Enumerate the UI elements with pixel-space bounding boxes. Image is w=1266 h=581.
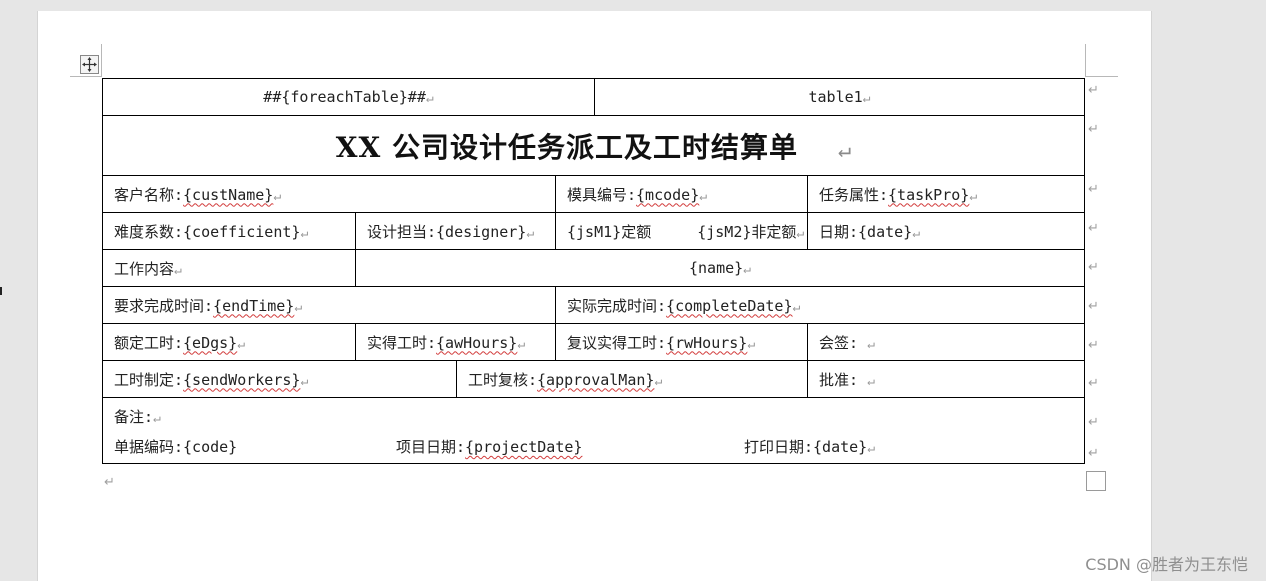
work-order-table: ##{foreachTable}##↵ table1↵ XX 公司设计任务派工及… xyxy=(102,78,1085,464)
left-margin-guide xyxy=(101,44,102,77)
left-margin-guide xyxy=(70,76,101,77)
approval-cell[interactable]: 批准: ↵ xyxy=(807,360,1085,398)
document-title: XX 公司设计任务派工及工时结算单 xyxy=(335,130,798,164)
end-of-row-mark: ↵ xyxy=(1088,299,1099,314)
task-attribute-cell[interactable]: 任务属性:{taskPro}↵ xyxy=(807,175,1085,213)
required-end-time-cell[interactable]: 要求完成时间:{endTime}↵ xyxy=(102,286,556,324)
table-row: 工作内容↵ {name}↵ xyxy=(102,249,1085,287)
table-move-handle[interactable] xyxy=(80,55,99,74)
hours-maker-cell[interactable]: 工时制定:{sendWorkers}↵ xyxy=(102,360,457,398)
mold-code-cell[interactable]: 模具编号:{mcode}↵ xyxy=(555,175,808,213)
end-of-row-mark: ↵ xyxy=(1088,83,1099,98)
designer-cell[interactable]: 设计担当:{designer}↵ xyxy=(355,212,556,250)
actual-hours-cell[interactable]: 实得工时:{awHours}↵ xyxy=(355,323,556,361)
end-of-row-mark: ↵ xyxy=(1088,182,1099,197)
work-content-value-cell[interactable]: {name}↵ xyxy=(355,249,1085,287)
table-row: 要求完成时间:{endTime}↵ 实际完成时间:{completeDate}↵ xyxy=(102,286,1085,324)
header-left-cell[interactable]: ##{foreachTable}##↵ xyxy=(102,78,595,116)
move-arrows-icon xyxy=(82,57,97,72)
work-content-label-cell[interactable]: 工作内容↵ xyxy=(102,249,356,287)
customer-name-cell[interactable]: 客户名称:{custName}↵ xyxy=(102,175,556,213)
table-row: 备注:↵ 单据编码:{code} 项目日期:{projectDate} 打印日期:{… xyxy=(102,397,1085,464)
end-of-row-mark: ↵ xyxy=(1088,446,1099,461)
header-right-cell[interactable]: table1↵ xyxy=(594,78,1085,116)
table-row: 客户名称:{custName}↵ 模具编号:{mcode}↵ 任务属性:{tas… xyxy=(102,175,1085,213)
hours-review-cell[interactable]: 工时复核:{approvalMan}↵ xyxy=(456,360,808,398)
end-of-row-mark: ↵ xyxy=(1088,415,1099,430)
table-row: ##{foreachTable}##↵ table1↵ xyxy=(102,78,1085,116)
right-margin-guide xyxy=(1086,76,1118,77)
actual-complete-date-cell[interactable]: 实际完成时间:{completeDate}↵ xyxy=(555,286,1085,324)
end-of-row-mark: ↵ xyxy=(1088,260,1099,275)
footer-info-line: 单据编码:{code} 项目日期:{projectDate} 打印日期:{date}… xyxy=(114,438,876,456)
table-row: 额定工时:{eDgs}↵ 实得工时:{awHours}↵ 复议实得工时:{rwH… xyxy=(102,323,1085,361)
left-edge-mark xyxy=(0,287,2,295)
end-of-row-mark: ↵ xyxy=(1088,122,1099,137)
watermark: CSDN @胜者为王东恺 xyxy=(1085,555,1248,574)
empty-paragraph-mark: ↵ xyxy=(104,475,115,490)
quota-hours-cell[interactable]: 额定工时:{eDgs}↵ xyxy=(102,323,356,361)
countersign-cell[interactable]: 会签: ↵ xyxy=(807,323,1085,361)
end-of-row-mark: ↵ xyxy=(1088,338,1099,353)
coefficient-cell[interactable]: 难度系数:{coefficient}↵ xyxy=(102,212,356,250)
end-of-row-mark: ↵ xyxy=(1088,221,1099,236)
right-margin-guide xyxy=(1085,44,1086,77)
remarks-cell[interactable]: 备注:↵ 单据编码:{code} 项目日期:{projectDate} 打印日期:{… xyxy=(102,397,1085,464)
title-cell[interactable]: XX 公司设计任务派工及工时结算单 ↵ xyxy=(102,115,1085,176)
end-of-row-mark: ↵ xyxy=(1088,376,1099,391)
remark-line: 备注:↵ xyxy=(114,408,161,426)
quota-type-cell[interactable]: {jsM1}定额 {jsM2}非定额↵ xyxy=(555,212,808,250)
table-row: XX 公司设计任务派工及工时结算单 ↵ xyxy=(102,115,1085,176)
date-cell[interactable]: 日期:{date}↵ xyxy=(807,212,1085,250)
review-hours-cell[interactable]: 复议实得工时:{rwHours}↵ xyxy=(555,323,808,361)
table-resize-handle[interactable] xyxy=(1086,471,1106,491)
table-row: 难度系数:{coefficient}↵ 设计担当:{designer}↵ {js… xyxy=(102,212,1085,250)
table-row: 工时制定:{sendWorkers}↵ 工时复核:{approvalMan}↵ … xyxy=(102,360,1085,398)
